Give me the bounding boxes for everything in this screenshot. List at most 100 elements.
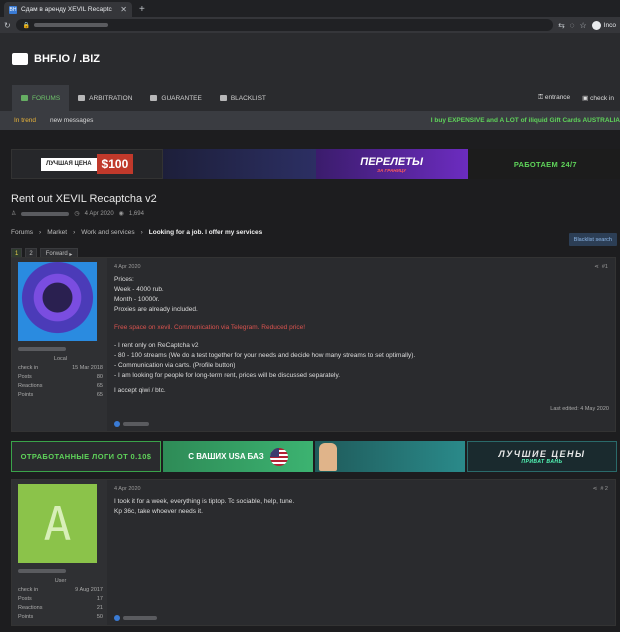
stat-value: 17 (96, 596, 103, 602)
nav-blacklist[interactable]: BLACKLIST (211, 85, 275, 111)
blacklist-search-button[interactable]: Blacklist search (568, 233, 617, 246)
address-bar[interactable]: 🔒 (15, 19, 554, 31)
author-icon: ♙ (11, 211, 17, 217)
ad-row: ОТРАБОТАННЫЕ ЛОГИ ОТ 0.10$ С ВАШИХ USA Б… (11, 441, 617, 472)
nav-guarantee[interactable]: GUARANTEE (141, 85, 210, 111)
crumb-sep: › (73, 229, 76, 236)
star-icon[interactable]: ☆ (580, 21, 587, 30)
banner-dark[interactable] (163, 149, 316, 179)
url-blurred (34, 23, 109, 27)
share-icon[interactable]: ⋖ (593, 486, 598, 492)
nav-arbitration-label: ARBITRATION (89, 94, 133, 102)
crumb-forums[interactable]: Forums (11, 229, 33, 236)
banner-flights-title: ПЕРЕЛЕТЫ (360, 155, 423, 168)
post-user: Local check in 15 Mar 2018 Posts 80 Reacti… (12, 258, 107, 431)
stat-label: check in (18, 587, 39, 593)
user-icon: ▣ (582, 95, 589, 102)
entrance-link[interactable]: ⚿ entrance (538, 94, 570, 102)
ad-best-prices[interactable]: ЛУЧШИЕ ЦЕНЫ ПРИВАТ ВАНЬ (467, 441, 617, 472)
user-stat: check in 15 Mar 2018 (18, 365, 103, 371)
folder-icon (78, 95, 86, 101)
post-line: - Communication via carts. (Profile butt… (114, 362, 236, 369)
post-actions: ⋖ # 2 (593, 486, 608, 492)
post-highlight: Free space on xevil. Communication via T… (114, 324, 305, 331)
entrance-label: entrance (544, 94, 571, 101)
ad-best-prices-sub: ПРИВАТ ВАНЬ (521, 458, 563, 465)
stat-value: 9 Aug 2017 (75, 587, 103, 593)
browser-tab[interactable]: BH Сдам в аренду XEVIL Recaptc ✕ (4, 2, 132, 17)
post-paragraph: Prices: Week - 4000 rub. Month - 10000r. Pr… (114, 275, 608, 315)
username-blurred[interactable] (18, 569, 66, 573)
post-line: I took it for a week, everything is tipt… (114, 498, 295, 505)
post-line: I accept qiwi / btc. (114, 387, 166, 394)
user-stat: Posts 17 (18, 596, 103, 602)
thread-meta: ♙ ◷ 4 Apr 2020 ◉ 1,694 (11, 210, 620, 218)
nav-forums-label: FORUMS (32, 94, 61, 102)
last-edited: Last edited: 4 May 2020 (550, 406, 609, 412)
username-blurred[interactable] (18, 347, 66, 351)
post-date[interactable]: 4 Apr 2020 (114, 486, 141, 492)
reload-icon[interactable]: ↻ (4, 21, 11, 30)
post-user: A User check in 9 Aug 2017 Posts 17 Reacti… (12, 480, 107, 625)
post-line: Proxies are already included. (114, 306, 198, 313)
ad-person[interactable] (315, 441, 465, 472)
checkin-link[interactable]: ▣ check in (582, 94, 614, 102)
post-number[interactable]: #1 (602, 264, 608, 270)
reactions[interactable] (114, 421, 149, 427)
stat-value: 65 (96, 383, 103, 389)
post-text: I took it for a week, everything is tipt… (114, 497, 608, 517)
crumb-current[interactable]: Looking for a job. I offer my services (149, 229, 262, 236)
nav-forums[interactable]: FORUMS (12, 85, 70, 111)
sub-nav: In trend new messages I buy EXPENSIVE an… (0, 111, 620, 130)
stat-label: Points (18, 614, 34, 620)
avatar[interactable] (18, 262, 97, 341)
nav-guarantee-label: GUARANTEE (161, 94, 202, 102)
stat-label: Points (18, 392, 34, 398)
user-role: User (54, 578, 67, 584)
favicon-icon: BH (9, 5, 17, 14)
post-text: Prices: Week - 4000 rub. Month - 10000r. Pr… (114, 275, 608, 396)
stat-label: Posts (18, 596, 32, 602)
banner-best-price-value: $100 (96, 154, 134, 174)
new-tab-button[interactable]: + (139, 4, 145, 15)
banner-24-7-accent: 24/7 (561, 159, 577, 169)
translate-icon[interactable]: ⇆ (558, 21, 565, 30)
post-head: 4 Apr 2020 ⋖ # 2 (114, 486, 608, 492)
marquee-text[interactable]: I buy EXPENSIVE and A LOT of iliquid Gif… (431, 117, 620, 124)
post-line: - 80 - 100 streams (We do a test togethe… (114, 352, 416, 359)
banner-row: ЛУЧШАЯ ЦЕНА $100 ПЕРЕЛЕТЫ ЗА ГРАНИЦУ РАБ… (11, 149, 620, 179)
ad-best-prices-title: ЛУЧШИЕ ЦЕНЫ (498, 448, 586, 459)
post-1: Local check in 15 Mar 2018 Posts 80 Reacti… (11, 257, 616, 432)
incognito-profile[interactable]: Inco (591, 20, 616, 30)
ad-usa-text: С ВАШИХ USA БАЗ (188, 452, 264, 461)
banner-24-7[interactable]: РАБОТАЕМ 24/7 (467, 149, 620, 179)
avatar[interactable]: A (18, 484, 97, 563)
stat-label: Posts (18, 374, 32, 380)
ad-logs[interactable]: ОТРАБОТАННЫЕ ЛОГИ ОТ 0.10$ (11, 441, 161, 472)
post-head: 4 Apr 2020 ⋖ #1 (114, 264, 608, 270)
post-date[interactable]: 4 Apr 2020 (114, 264, 141, 270)
crumb-market[interactable]: Market (47, 229, 67, 236)
reactions[interactable] (114, 615, 157, 621)
banner-best-price[interactable]: ЛУЧШАЯ ЦЕНА $100 (11, 149, 164, 179)
banner-flights-sub: ЗА ГРАНИЦУ (377, 167, 407, 173)
author-blurred (21, 211, 70, 216)
banner-flights[interactable]: ПЕРЕЛЕТЫ ЗА ГРАНИЦУ (315, 149, 468, 179)
post-number[interactable]: # 2 (600, 486, 608, 492)
ad-usa[interactable]: С ВАШИХ USA БАЗ (163, 441, 313, 472)
close-icon[interactable]: ✕ (120, 5, 127, 14)
in-trend-link[interactable]: In trend (14, 117, 36, 124)
tab-title: Сдам в аренду XEVIL Recaptc (21, 6, 112, 13)
post-2: A User check in 9 Aug 2017 Posts 17 Reacti… (11, 479, 616, 626)
breadcrumb: Forums › Market › Work and services › Looki… (11, 229, 620, 236)
post-paragraph: - I rent only on ReCaptcha v2 - 80 - 100 … (114, 341, 608, 381)
eye-off-icon[interactable]: ◌ (570, 21, 575, 30)
banner-24-7-text: РАБОТАЕМ (513, 159, 559, 169)
site-logo[interactable]: BHF.IO / .BIZ (34, 53, 100, 65)
new-messages-link[interactable]: new messages (50, 117, 93, 124)
us-flag-icon (269, 447, 288, 466)
share-icon[interactable]: ⋖ (594, 264, 599, 270)
crumb-work[interactable]: Work and services (81, 229, 134, 236)
user-role: Local (53, 356, 68, 362)
nav-arbitration[interactable]: ARBITRATION (69, 85, 141, 111)
